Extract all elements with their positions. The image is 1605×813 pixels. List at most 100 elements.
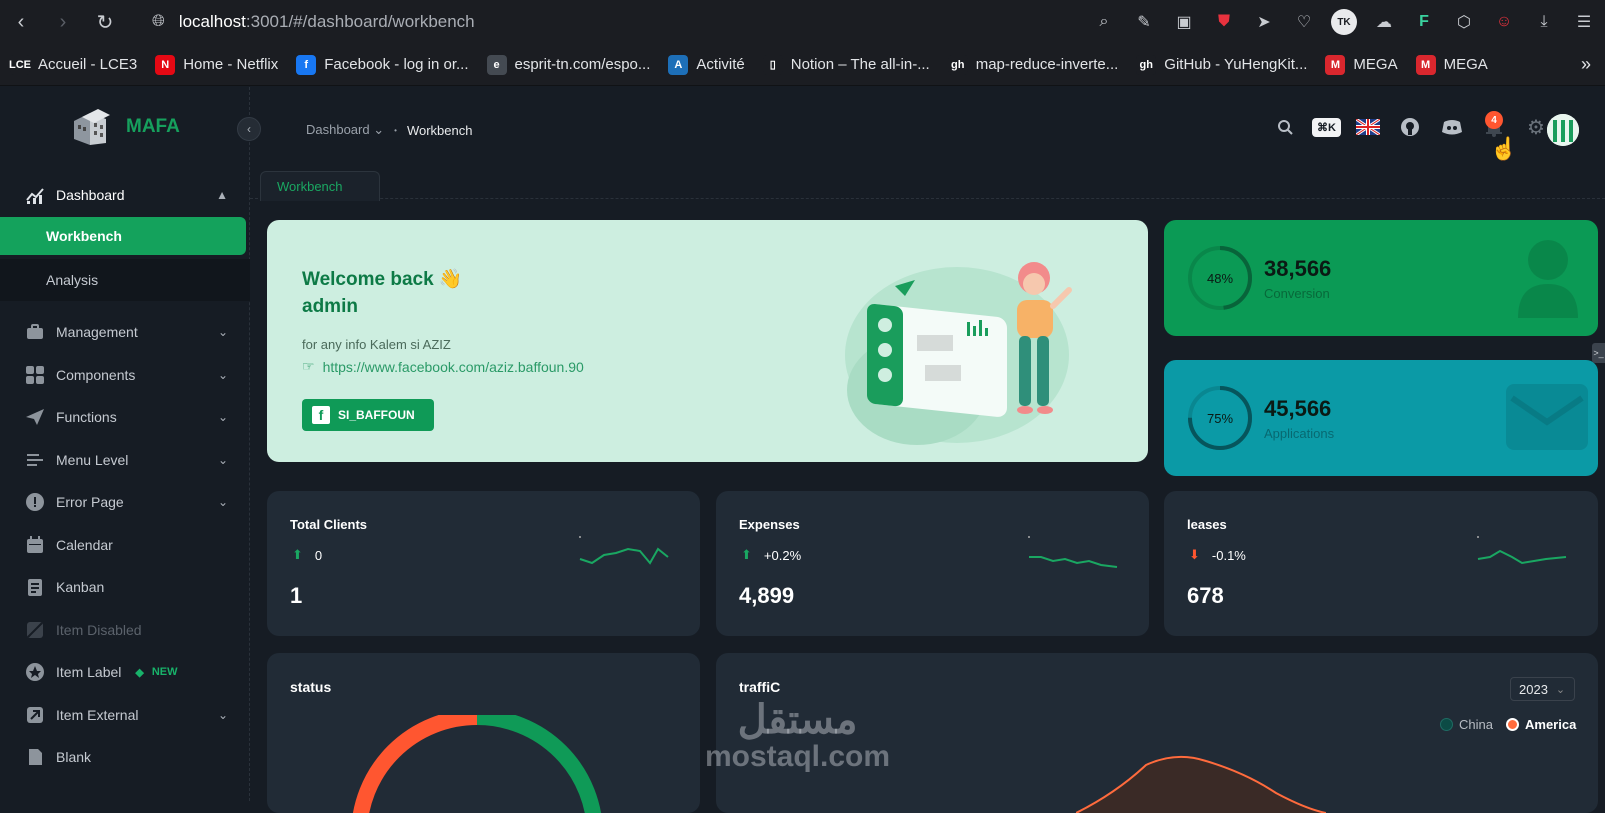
sidebar-item-external[interactable]: Item External ⌄: [0, 695, 250, 735]
bookmark-item[interactable]: ▯ Notion – The all-in-...: [762, 54, 930, 75]
github-icon[interactable]: [1395, 112, 1425, 142]
forward-icon[interactable]: ›: [42, 0, 84, 44]
download-icon[interactable]: ⤓: [1531, 9, 1557, 35]
star-icon: [24, 661, 46, 683]
drawer-toggle[interactable]: >_: [1592, 343, 1605, 363]
uk-flag-icon[interactable]: [1353, 112, 1383, 142]
error-icon: [24, 491, 46, 513]
send-icon[interactable]: ➤: [1251, 9, 1277, 35]
trend-up-icon: ⬆︎: [292, 547, 303, 562]
chevron-down-icon: ⌄: [217, 495, 228, 509]
welcome-illustration: [845, 262, 1072, 445]
briefcase-icon: [24, 321, 46, 343]
paper-plane-icon: [24, 406, 46, 428]
bookmark-favicon-icon: LCE: [9, 54, 31, 75]
chevron-down-icon: ⌄: [217, 453, 228, 467]
back-icon[interactable]: ‹: [0, 0, 42, 44]
collapse-sidebar-button[interactable]: ‹: [237, 117, 261, 141]
extension-tk-icon[interactable]: TK: [1331, 9, 1357, 35]
extension-f-icon[interactable]: F: [1411, 9, 1437, 35]
search-shortcut[interactable]: ⌘K: [1312, 117, 1341, 137]
card-title: traffiC: [739, 679, 781, 695]
bookmark-item[interactable]: gh map-reduce-inverte...: [947, 54, 1118, 75]
bookmark-favicon-icon: ▯: [762, 54, 783, 75]
sidebar-item-management[interactable]: Management ⌄: [0, 312, 250, 352]
cube-icon[interactable]: ⬡: [1451, 9, 1477, 35]
trend-down-icon: ⬇︎: [1189, 547, 1200, 562]
bookmark-item[interactable]: M MEGA: [1325, 54, 1398, 75]
new-badge: ◆ NEW: [135, 666, 177, 679]
breadcrumb-parent[interactable]: Dashboard ⌄: [306, 122, 384, 138]
card-title: leases: [1187, 517, 1227, 532]
facebook-link[interactable]: https://www.facebook.com/aziz.baffoun.90: [323, 359, 584, 375]
conversion-percent: 48%: [1206, 270, 1234, 286]
facebook-button[interactable]: f SI_BAFFOUN: [302, 399, 434, 431]
menu-icon[interactable]: ☰: [1571, 9, 1597, 35]
sidebar-item-dashboard[interactable]: Dashboard ▲: [0, 175, 250, 215]
sidebar-item-blank[interactable]: Blank: [0, 737, 250, 777]
address-bar[interactable]: 🌐︎ localhost:3001/#/dashboard/workbench: [152, 10, 475, 34]
card-percent: +0.2%: [763, 547, 802, 563]
legend-label: America: [1525, 717, 1577, 732]
heart-icon[interactable]: ♡: [1291, 9, 1317, 35]
sidebar-item-label: Item External: [56, 707, 139, 723]
user-icon: [1518, 240, 1578, 318]
chevron-down-icon: ⌄: [217, 325, 228, 339]
chevron-up-icon: ▲: [216, 188, 228, 202]
bookmark-item[interactable]: e esprit-tn.com/espo...: [486, 54, 650, 75]
bookmark-item[interactable]: LCE Accueil - LCE3: [9, 54, 137, 75]
bookmark-favicon-icon: M: [1325, 54, 1346, 75]
edit-icon[interactable]: ✎: [1131, 9, 1157, 35]
new-badge-text: NEW: [151, 666, 178, 678]
logo[interactable]: MAFA: [70, 107, 180, 147]
tab-workbench[interactable]: Workbench: [260, 171, 380, 201]
sidebar-item-kanban[interactable]: Kanban: [0, 567, 250, 607]
card-value: 678: [1187, 583, 1224, 608]
discord-icon[interactable]: [1437, 112, 1467, 142]
chevron-down-icon: ⌄: [217, 708, 228, 722]
legend-dot-china: [1440, 718, 1453, 731]
camera-icon[interactable]: ▣: [1171, 9, 1197, 35]
bookmark-item[interactable]: N Home - Netflix: [155, 54, 278, 75]
legend-china[interactable]: China: [1440, 717, 1493, 732]
reload-icon[interactable]: ↻: [84, 0, 126, 44]
bookmark-favicon-icon: N: [155, 54, 176, 75]
mail-icon: [1506, 384, 1588, 450]
notification-count: 4: [1485, 111, 1503, 129]
sidebar-item-label: Management: [56, 324, 138, 340]
welcome-line1: Welcome back 👋: [302, 269, 463, 290]
extension-cloud-icon[interactable]: ☁: [1371, 9, 1397, 35]
bookmark-favicon-icon: gh: [947, 54, 968, 75]
legend-america[interactable]: America: [1506, 717, 1576, 732]
bookmark-label: Notion – The all-in-...: [790, 56, 930, 73]
bookmark-favicon-icon: e: [486, 54, 507, 75]
site-info-icon[interactable]: 🌐︎: [152, 13, 165, 31]
sidebar-item-analysis[interactable]: Analysis: [0, 259, 250, 301]
calendar-icon: [24, 534, 46, 556]
sidebar-item-functions[interactable]: Functions ⌄: [0, 397, 250, 437]
bookmark-item[interactable]: gh GitHub - YuHengKit...: [1136, 54, 1307, 75]
pointing-hand-icon: ☞: [302, 358, 315, 374]
sidebar-item-error-page[interactable]: Error Page ⌄: [0, 482, 250, 522]
search-icon[interactable]: [1270, 112, 1300, 142]
profile-icon[interactable]: ☺: [1491, 9, 1517, 35]
shield-icon[interactable]: ⛊: [1211, 9, 1237, 35]
zoom-icon[interactable]: ⌕: [1091, 9, 1117, 35]
card-value: 4,899: [739, 583, 795, 608]
sidebar-item-menu-level[interactable]: Menu Level ⌄: [0, 440, 250, 480]
sidebar-item-label-item[interactable]: Item Label ◆ NEW: [0, 652, 250, 692]
bookmark-item[interactable]: A Activité: [668, 54, 745, 75]
sidebar-item-calendar[interactable]: Calendar: [0, 525, 250, 565]
sparkline: [579, 536, 669, 565]
bookmark-item[interactable]: f Facebook - log in or...: [296, 54, 469, 75]
applications-percent: 75%: [1206, 410, 1234, 426]
year-select[interactable]: 2023 ⌄: [1510, 677, 1575, 701]
sidebar-item-components[interactable]: Components ⌄: [0, 355, 250, 395]
sidebar-item-workbench[interactable]: Workbench: [0, 217, 246, 255]
avatar[interactable]: [1547, 114, 1579, 146]
bookmark-item[interactable]: M MEGA: [1415, 54, 1488, 75]
chevron-down-icon: ⌄: [217, 410, 228, 424]
bookmarks-overflow-icon[interactable]: »: [1581, 54, 1591, 75]
welcome-line2: admin: [302, 296, 358, 317]
logo-text: MAFA: [126, 116, 180, 137]
